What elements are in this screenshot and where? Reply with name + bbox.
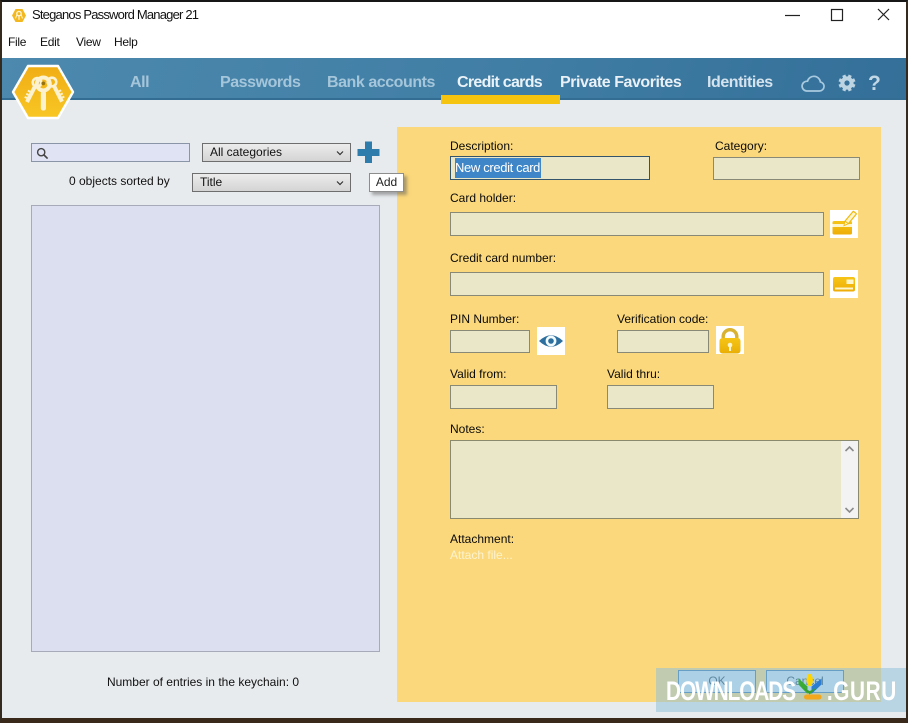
svg-text:.GURU: .GURU [827,676,896,706]
svg-text:?: ? [868,72,881,95]
svg-text:DOWNLOADS: DOWNLOADS [666,676,796,706]
